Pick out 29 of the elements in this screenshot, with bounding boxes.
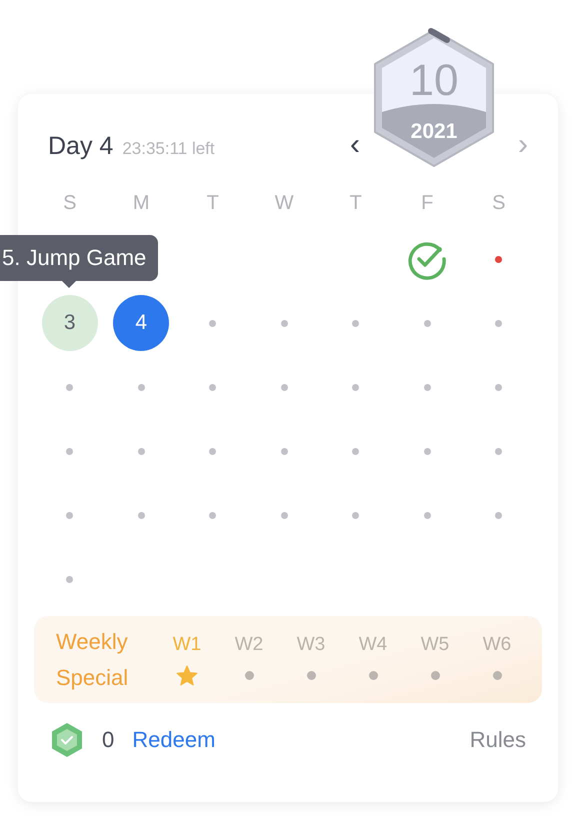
rules-link[interactable]: Rules [470,727,526,753]
badge-year: 2021 [410,120,458,144]
weekday-label: S [62,192,78,215]
day-title: Day 4 [48,132,114,161]
weekly-special-title: Weekly Special [56,628,130,692]
week-label[interactable]: W5 [420,632,450,658]
weekday-label: T [206,192,220,215]
today-button[interactable]: 4 [113,295,170,351]
tooltip-pointer [62,281,76,288]
week-label[interactable]: W6 [482,632,512,658]
weekday-label: S [491,192,506,215]
weekday-label: F [420,192,434,215]
countdown-text: 23:35:11 left [122,139,215,159]
day-button[interactable]: 3 [42,295,98,351]
next-month-button[interactable]: › [518,130,528,160]
previous-month-button[interactable]: ‹ [350,130,360,160]
weekday-label: M [132,192,151,215]
weekday-label: W [274,192,295,215]
problem-tooltip: 5. Jump Game [0,235,158,281]
badge-number: 10 [409,56,459,106]
week-label[interactable]: W3 [296,632,326,658]
week-label[interactable]: W2 [234,632,264,658]
redeem-link[interactable]: Redeem [132,727,216,753]
week-label[interactable]: W1 [172,632,202,658]
week-label[interactable]: W4 [358,632,388,658]
missed-day-dot[interactable] [495,256,502,262]
coin-count: 0 [102,727,114,753]
weekday-label: T [348,192,363,215]
coin-hexagon-icon [50,722,84,758]
